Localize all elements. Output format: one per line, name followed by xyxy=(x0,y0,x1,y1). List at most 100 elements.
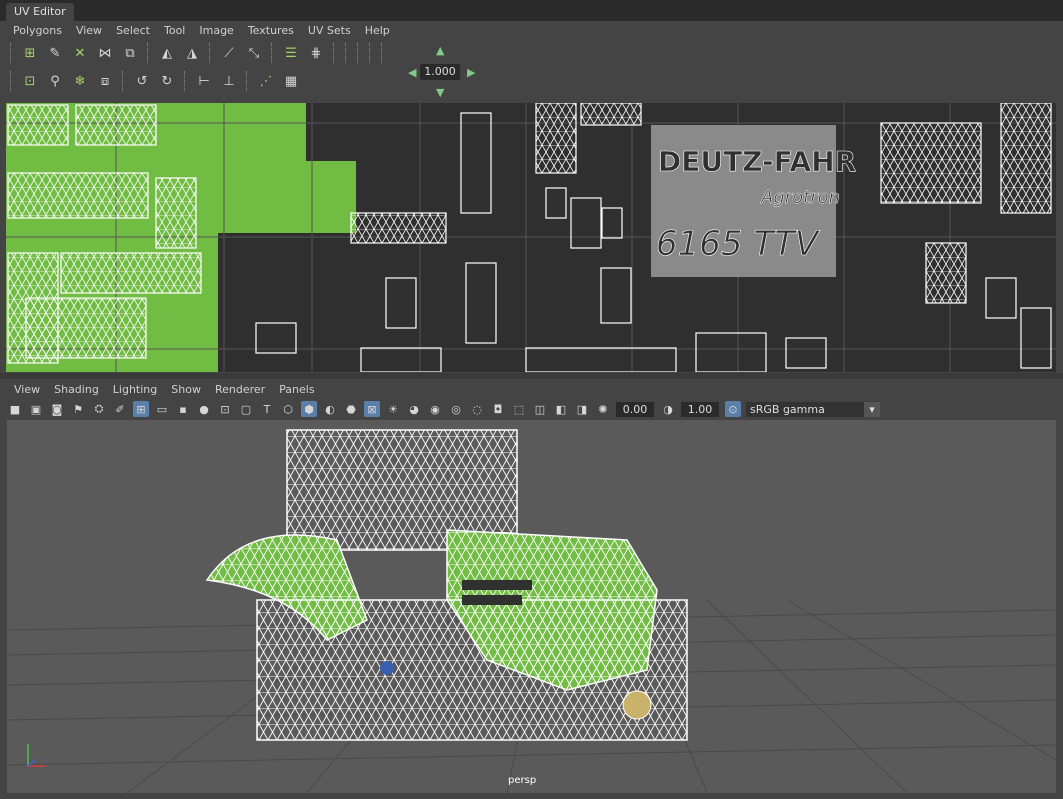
toolbar-separator xyxy=(381,43,385,63)
shadows-icon[interactable]: ◕ xyxy=(406,401,422,417)
rotate-cw-icon[interactable]: ↻ xyxy=(157,71,177,91)
field-chart-icon[interactable]: ⊡ xyxy=(217,401,233,417)
grid-uv-icon[interactable]: ⊡ xyxy=(20,71,40,91)
camera-icon[interactable]: ■ xyxy=(7,401,23,417)
textured-icon[interactable]: ⊠ xyxy=(364,401,380,417)
image-plane-icon[interactable]: ⛭ xyxy=(91,401,107,417)
vp-menu-show[interactable]: Show xyxy=(164,380,208,400)
viewport-scene xyxy=(7,429,1056,793)
delete-uv-icon[interactable]: ✕ xyxy=(70,43,90,63)
unfold-icon[interactable]: ⊞ xyxy=(20,43,40,63)
decal-brand-text: DEUTZ-FAHR xyxy=(658,145,856,178)
pin-icon[interactable]: ⚲ xyxy=(45,71,65,91)
gamma-icon[interactable]: ◑ xyxy=(660,401,676,417)
snowflake-icon[interactable]: ❄ xyxy=(70,71,90,91)
panel-divider[interactable] xyxy=(0,373,1063,379)
toolbar-separator xyxy=(345,43,349,63)
toolbar-separator xyxy=(10,71,14,91)
flip-v-icon[interactable]: ◮ xyxy=(182,43,202,63)
title-bar xyxy=(0,0,1063,21)
wireframe-icon[interactable]: ⬡ xyxy=(280,401,296,417)
viewport-menu-bar: View Shading Lighting Show Renderer Pane… xyxy=(7,380,1057,400)
grid-snap-icon[interactable]: ⋕ xyxy=(306,43,326,63)
align-icon[interactable]: ⤡ xyxy=(244,43,264,63)
toolbar-separator xyxy=(246,71,250,91)
film-gate-icon[interactable]: ▭ xyxy=(154,401,170,417)
toolbar-separator xyxy=(271,43,275,63)
flip-u-icon[interactable]: ◭ xyxy=(157,43,177,63)
depth-of-field-icon[interactable]: ◘ xyxy=(490,401,506,417)
lights-icon[interactable]: ☀ xyxy=(385,401,401,417)
toolbar-separator xyxy=(10,43,14,63)
zoom-field[interactable]: 1.000 xyxy=(420,64,460,80)
gamma-field[interactable]: 1.00 xyxy=(681,401,719,417)
distribute-icon[interactable]: ⋰ xyxy=(256,71,276,91)
safe-action-icon[interactable]: ▢ xyxy=(238,401,254,417)
wireframe-on-shaded-icon[interactable]: ⬣ xyxy=(343,401,359,417)
color-space-label: sRGB gamma xyxy=(750,402,825,416)
menu-tool[interactable]: Tool xyxy=(157,21,192,41)
menu-textures[interactable]: Textures xyxy=(241,21,301,41)
antialias-icon[interactable]: ◌ xyxy=(469,401,485,417)
uv-texture-canvas[interactable]: DEUTZ-FAHR Agrotron 6165 TTV xyxy=(6,103,1056,372)
2d-pan-icon[interactable]: ✐ xyxy=(112,401,128,417)
decal-number-text: 6165 TTV xyxy=(656,224,821,264)
menu-polygons[interactable]: Polygons xyxy=(6,21,69,41)
bookmark-icon[interactable]: ⚑ xyxy=(70,401,86,417)
vp-menu-panels[interactable]: Panels xyxy=(272,380,321,400)
menu-help[interactable]: Help xyxy=(358,21,397,41)
uv-menu-bar: Polygons View Select Tool Image Textures… xyxy=(6,21,1056,41)
toolbar-separator xyxy=(357,43,361,63)
motion-blur-icon[interactable]: ◎ xyxy=(448,401,464,417)
align-u-icon[interactable]: ⊢ xyxy=(194,71,214,91)
menu-uv-sets[interactable]: UV Sets xyxy=(301,21,358,41)
toolbar-separator xyxy=(209,43,213,63)
vp-menu-lighting[interactable]: Lighting xyxy=(106,380,164,400)
sew-icon[interactable]: ⋈ xyxy=(95,43,115,63)
exposure-icon[interactable]: ✺ xyxy=(595,401,611,417)
rotate-ccw-icon[interactable]: ↺ xyxy=(132,71,152,91)
menu-image[interactable]: Image xyxy=(192,21,240,41)
xray-components-icon[interactable]: ◨ xyxy=(574,401,590,417)
resolution-gate-icon[interactable]: ▪ xyxy=(175,401,191,417)
isolate-icon[interactable]: ⬚ xyxy=(511,401,527,417)
toolbar-separator xyxy=(122,71,126,91)
default-material-icon[interactable]: ◐ xyxy=(322,401,338,417)
camera-lock-icon[interactable]: ▣ xyxy=(28,401,44,417)
uv-layout-graphic: DEUTZ-FAHR Agrotron 6165 TTV xyxy=(6,103,1056,372)
gate-mask-icon[interactable]: ● xyxy=(196,401,212,417)
tractor-wireframe xyxy=(205,429,688,741)
layout-icon[interactable]: ☰ xyxy=(281,43,301,63)
toolbar-separator xyxy=(147,43,151,63)
toolbar-separator xyxy=(184,71,188,91)
texel-density-icon[interactable]: ▦ xyxy=(281,71,301,91)
chevron-down-icon[interactable]: ▼ xyxy=(436,86,444,99)
vp-menu-renderer[interactable]: Renderer xyxy=(208,380,272,400)
straighten-icon[interactable]: ⟋ xyxy=(219,43,239,63)
vp-menu-shading[interactable]: Shading xyxy=(47,380,106,400)
menu-view[interactable]: View xyxy=(69,21,109,41)
menu-select[interactable]: Select xyxy=(109,21,157,41)
align-v-icon[interactable]: ⊥ xyxy=(219,71,239,91)
chevron-left-icon[interactable]: ◀ xyxy=(408,66,416,79)
uv-toolbar: ⊞ ✎ ✕ ⋈ ⧉ ◭ ◮ ⟋ ⤡ ☰ ⋕ ⊡ ⚲ ❄ ⧈ ↺ ↻ ⊢ ⊥ ⋰ … xyxy=(6,41,1056,101)
exposure-field[interactable]: 0.00 xyxy=(616,401,654,417)
screen-space-ao-icon[interactable]: ◉ xyxy=(427,401,443,417)
color-space-select[interactable]: sRGB gamma ▾ xyxy=(746,401,880,417)
camera-attrs-icon[interactable]: ◙ xyxy=(49,401,65,417)
xray-icon[interactable]: ◫ xyxy=(532,401,548,417)
cut-uv-icon[interactable]: ✎ xyxy=(45,43,65,63)
xray-joints-icon[interactable]: ◧ xyxy=(553,401,569,417)
vp-menu-view[interactable]: View xyxy=(7,380,47,400)
color-management-icon[interactable]: ⊙ xyxy=(725,401,741,417)
window-title-tab[interactable]: UV Editor xyxy=(6,3,74,21)
grid-icon[interactable]: ⊞ xyxy=(133,401,149,417)
checker-icon[interactable]: ⧈ xyxy=(95,71,115,91)
smooth-shade-icon[interactable]: ⬢ xyxy=(301,401,317,417)
move-sew-icon[interactable]: ⧉ xyxy=(120,43,140,63)
safe-title-icon[interactable]: T xyxy=(259,401,275,417)
viewport-toolbar: ■ ▣ ◙ ⚑ ⛭ ✐ ⊞ ▭ ▪ ● ⊡ ▢ T ⬡ ⬢ ◐ ⬣ ⊠ ☀ ◕ … xyxy=(7,399,1057,419)
chevron-right-icon[interactable]: ▶ xyxy=(467,66,475,79)
perspective-viewport[interactable] xyxy=(7,420,1056,793)
chevron-up-icon[interactable]: ▲ xyxy=(436,44,444,57)
